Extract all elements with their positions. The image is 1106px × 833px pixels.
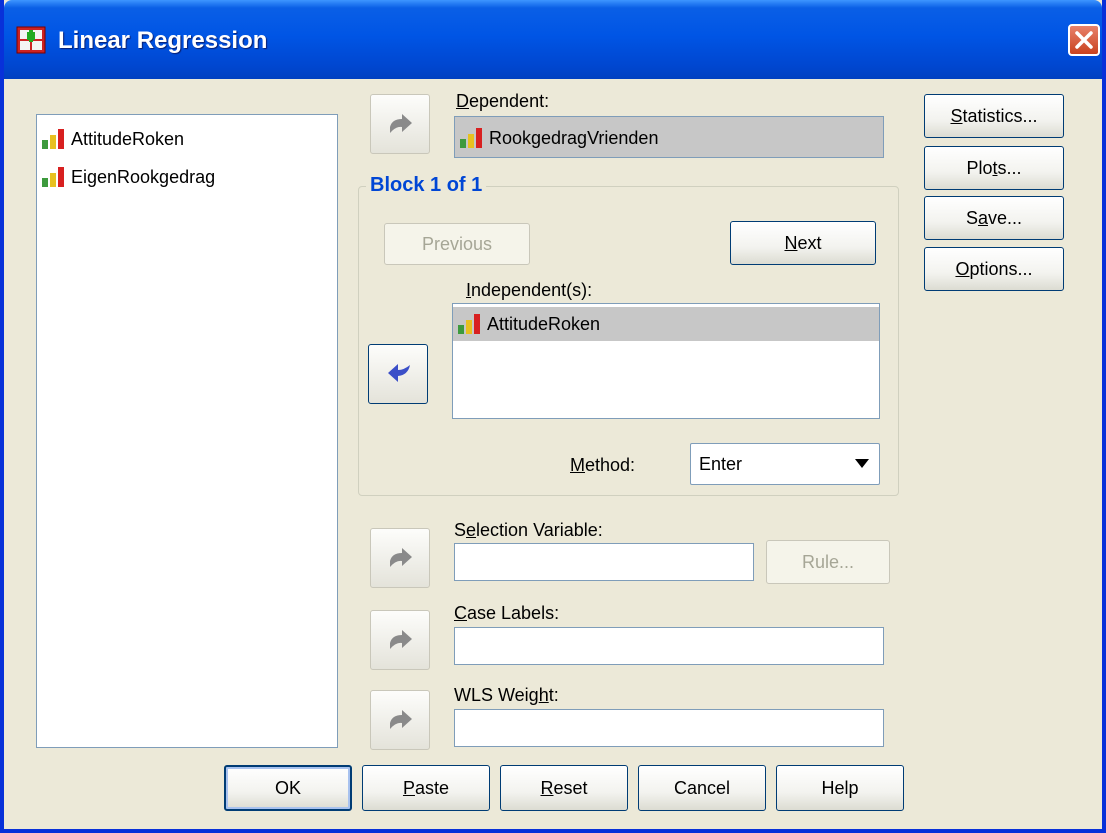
independents-label: Independent(s): [466, 280, 592, 301]
arrow-right-icon [390, 710, 412, 729]
wls-weight-field[interactable] [454, 709, 884, 747]
case-labels-mnemonic: C [454, 603, 467, 623]
plots-label-text-a: Plo [966, 157, 993, 178]
independents-list[interactable]: AttitudeRoken [452, 303, 880, 419]
independents-label-text: ndependent(s): [471, 280, 593, 300]
save-label-text-a: S [965, 207, 978, 228]
selection-variable-field[interactable] [454, 543, 754, 581]
source-variable-list[interactable]: AttitudeRoken EigenRookgedrag [36, 114, 338, 748]
scale-variable-icon [42, 129, 64, 149]
wls-label-text-b: t: [548, 685, 559, 705]
wls-label-text-a: WLS Weig [454, 685, 539, 705]
variable-label: AttitudeRoken [71, 128, 185, 149]
plots-button[interactable]: Plo t s... [924, 146, 1064, 190]
paste-label-text: aste [414, 777, 450, 798]
window-title: Linear Regression [58, 27, 268, 54]
options-label-text: ptions... [969, 258, 1033, 279]
statistics-label-text: tatistics... [962, 105, 1038, 126]
move-to-case-labels-button[interactable] [370, 610, 430, 670]
ok-button-label: OK [274, 777, 301, 798]
save-label-text-b: ve... [988, 207, 1023, 228]
linear-regression-dialog: Linear Regression AttitudeRoken EigenRoo… [0, 0, 1106, 833]
arrow-left-icon [388, 364, 410, 382]
cancel-button[interactable]: Cancel [638, 765, 766, 811]
paste-mnemonic: P [402, 777, 415, 798]
previous-button-label: Previous [421, 233, 493, 254]
move-to-dependent-button[interactable] [370, 94, 430, 154]
variable-label: AttitudeRoken [487, 313, 601, 334]
method-value: Enter [699, 454, 743, 474]
reset-button[interactable]: Reset [500, 765, 628, 811]
method-label: Method: [570, 455, 635, 476]
plots-label-text-b: s... [997, 157, 1022, 178]
method-label-text: ethod: [585, 455, 636, 475]
list-item-attitude-roken[interactable]: AttitudeRoken [41, 125, 184, 153]
rule-button[interactable]: Rule... [766, 540, 890, 584]
selection-label-text-b: lection Variable: [476, 520, 603, 540]
close-icon [1075, 31, 1093, 49]
wls-weight-label: WLS Weight: [454, 685, 559, 706]
block-title: Block 1 of 1 [366, 174, 487, 197]
close-button[interactable] [1068, 24, 1100, 56]
method-mnemonic: M [570, 455, 585, 475]
dependent-label-text: ependent: [469, 91, 550, 111]
next-mnemonic: N [784, 232, 798, 253]
reset-mnemonic: R [540, 777, 554, 798]
selection-mnemonic: e [466, 520, 477, 540]
case-labels-label-text: ase Labels: [467, 603, 560, 623]
chevron-down-icon [855, 459, 869, 468]
arrow-right-icon [390, 114, 412, 133]
scale-variable-icon [458, 314, 480, 334]
options-mnemonic: O [955, 258, 970, 279]
next-button[interactable]: Next [730, 221, 876, 265]
arrow-right-icon [390, 630, 412, 649]
paste-button[interactable]: Paste [362, 765, 490, 811]
dependent-value: RookgedragVrienden [489, 127, 659, 148]
selection-variable-label: Selection Variable: [454, 520, 603, 541]
title-bar[interactable]: Linear Regression [4, 0, 1102, 79]
case-labels-field[interactable] [454, 627, 884, 665]
cancel-button-label: Cancel [673, 777, 731, 798]
statistics-button[interactable]: Statistics... [924, 94, 1064, 138]
list-item-attitude-roken[interactable]: AttitudeRoken [453, 307, 879, 341]
next-label-text: ext [797, 232, 822, 253]
scale-variable-icon [460, 128, 482, 148]
dependent-field[interactable]: RookgedragVrienden [454, 116, 884, 158]
previous-button[interactable]: Previous [384, 223, 530, 265]
move-to-selection-button[interactable] [370, 528, 430, 588]
options-button[interactable]: Options... [924, 247, 1064, 291]
arrow-right-icon [390, 548, 412, 567]
help-button-label: Help [821, 777, 859, 798]
dependent-mnemonic: D [456, 91, 469, 111]
variable-label: EigenRookgedrag [71, 166, 216, 187]
selection-label-text-a: S [454, 520, 467, 540]
move-to-wls-weight-button[interactable] [370, 690, 430, 750]
move-from-independents-button[interactable] [368, 344, 428, 404]
rule-button-label: Rule... [801, 551, 855, 572]
dependent-variable: RookgedragVrienden [459, 124, 658, 152]
dependent-label: Dependent: [456, 91, 549, 112]
list-item-eigen-rookgedrag[interactable]: EigenRookgedrag [41, 163, 215, 191]
scale-variable-icon [42, 167, 64, 187]
case-labels-label: Case Labels: [454, 603, 559, 624]
regression-grid-icon [16, 26, 46, 54]
save-button[interactable]: Sa ve... [924, 196, 1064, 240]
help-button[interactable]: Help [776, 765, 904, 811]
save-mnemonic: a [977, 207, 988, 228]
ok-button[interactable]: OK [224, 765, 352, 811]
statistics-mnemonic: S [950, 105, 963, 126]
method-select[interactable]: Enter [690, 443, 880, 485]
wls-mnemonic: h [538, 685, 549, 705]
reset-label-text: eset [553, 777, 588, 798]
